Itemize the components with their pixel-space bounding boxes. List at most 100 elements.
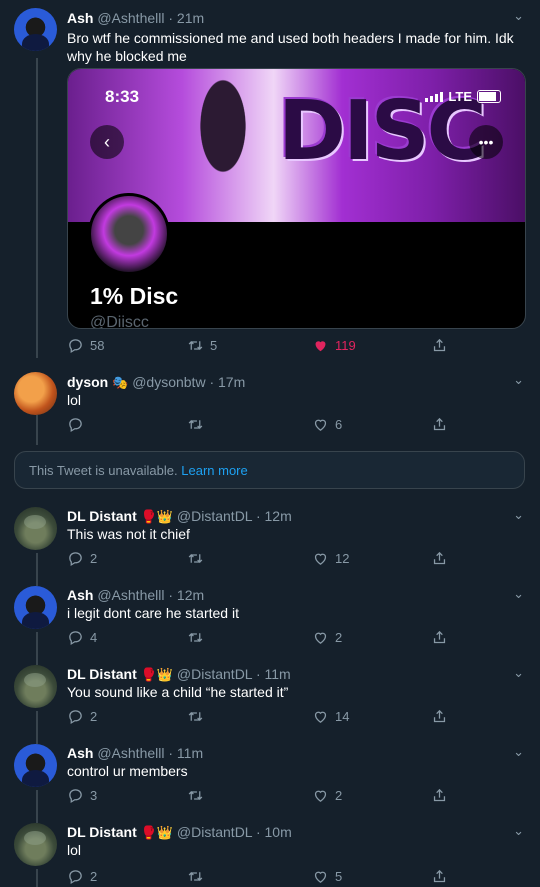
retweet-button[interactable] (187, 550, 210, 567)
chevron-down-icon[interactable]: ⌄ (513, 823, 524, 839)
avatar[interactable] (14, 372, 57, 415)
tweet[interactable]: DL Distant 🥊👑 @DistantDL · 11m ⌄ You sou… (0, 655, 540, 733)
chevron-down-icon[interactable]: ⌄ (513, 586, 524, 602)
name-emoji: 🎭 (112, 375, 129, 390)
like-icon (312, 550, 329, 567)
chevron-down-icon[interactable]: ⌄ (513, 507, 524, 523)
tweet[interactable]: Ash @Ashthelll · 21m ⌄ Bro wtf he commis… (0, 0, 540, 360)
tweet-text: You sound like a child “he started it” (67, 684, 289, 700)
retweet-button[interactable] (187, 708, 210, 725)
retweet-button[interactable] (187, 868, 210, 885)
tweet[interactable]: DL Distant 🥊👑 @DistantDL · 12m ⌄ This wa… (0, 497, 540, 575)
like-icon (312, 787, 329, 804)
tweet-header: Ash @Ashthelll · 11m (67, 745, 203, 761)
share-button[interactable] (431, 708, 448, 725)
share-icon (431, 416, 448, 433)
handle[interactable]: @Ashthelll (97, 10, 164, 26)
tweet-header: DL Distant 🥊👑 @DistantDL · 10m (67, 824, 292, 841)
learn-more-link[interactable]: Learn more (181, 463, 247, 478)
share-icon (431, 550, 448, 567)
avatar[interactable] (14, 507, 57, 550)
tweet[interactable]: Ash @Ashthelll · 12m ⌄ i legit dont care… (0, 576, 540, 654)
tweet[interactable]: Ash @Ashthelll · 11m ⌄ control ur member… (0, 734, 540, 812)
reply-button[interactable]: 2 (67, 550, 97, 567)
retweet-button[interactable] (187, 629, 210, 646)
tweet-text: lol (67, 842, 82, 858)
reply-icon (67, 708, 84, 725)
reply-button[interactable]: 2 (67, 868, 97, 885)
share-button[interactable] (431, 629, 448, 646)
timestamp[interactable]: · 17m (209, 374, 245, 390)
network-label: LTE (448, 89, 472, 104)
share-button[interactable] (431, 416, 448, 433)
back-arrow-icon: ‹ (90, 125, 124, 159)
reply-button[interactable] (67, 416, 90, 433)
chevron-down-icon[interactable]: ⌄ (513, 744, 524, 760)
like-button[interactable]: 2 (312, 629, 342, 646)
avatar[interactable] (14, 823, 57, 866)
timestamp[interactable]: · 10m (256, 824, 292, 840)
share-icon (431, 629, 448, 646)
profile-handle: @Diiscc (90, 314, 149, 329)
like-button[interactable]: 119 (312, 337, 356, 354)
avatar[interactable] (14, 586, 57, 629)
like-button[interactable]: 6 (312, 416, 342, 433)
share-button[interactable] (431, 337, 448, 354)
tweet[interactable]: DL Distant 🥊👑 @DistantDL · 10m ⌄ lol 2 5 (0, 813, 540, 887)
share-button[interactable] (431, 787, 448, 804)
retweet-button[interactable] (187, 416, 210, 433)
like-button[interactable]: 2 (312, 787, 342, 804)
timestamp[interactable]: · 11m (256, 666, 291, 682)
reply-button[interactable]: 2 (67, 708, 97, 725)
handle[interactable]: @Ashthelll (97, 745, 164, 761)
reply-button[interactable]: 58 (67, 337, 104, 354)
avatar[interactable] (14, 665, 57, 708)
avatar[interactable] (14, 744, 57, 787)
share-button[interactable] (431, 868, 448, 885)
tweet-actions: 4 2 (67, 629, 457, 647)
handle[interactable]: @DistantDL (177, 824, 252, 840)
retweet-icon (187, 787, 204, 804)
display-name[interactable]: Ash (67, 587, 93, 603)
display-name[interactable]: DL Distant (67, 824, 137, 840)
display-name[interactable]: DL Distant (67, 508, 137, 524)
like-icon (312, 337, 329, 354)
tweet-text: Bro wtf he commissioned me and used both… (67, 30, 514, 64)
chevron-down-icon[interactable]: ⌄ (513, 665, 524, 681)
timestamp[interactable]: · 21m (168, 10, 204, 26)
handle[interactable]: @Ashthelll (97, 587, 164, 603)
timestamp[interactable]: · 12m (256, 508, 292, 524)
chevron-down-icon[interactable]: ⌄ (513, 372, 524, 388)
tweet-actions: 2 14 (67, 708, 457, 726)
character-figure (178, 77, 268, 217)
display-name[interactable]: dyson (67, 374, 108, 390)
reply-icon (67, 787, 84, 804)
tweet-text: lol (67, 392, 82, 408)
timestamp[interactable]: · 12m (168, 587, 204, 603)
retweet-icon (187, 708, 204, 725)
status-time: 8:33 (105, 87, 140, 106)
like-button[interactable]: 12 (312, 550, 349, 567)
display-name[interactable]: DL Distant (67, 666, 137, 682)
like-button[interactable]: 14 (312, 708, 349, 725)
reply-button[interactable]: 3 (67, 787, 97, 804)
tweet-header: Ash @Ashthelll · 21m (67, 10, 204, 26)
avatar[interactable] (14, 8, 57, 51)
chevron-down-icon[interactable]: ⌄ (513, 8, 524, 24)
tweet-text: i legit dont care he started it (67, 605, 239, 621)
share-button[interactable] (431, 550, 448, 567)
handle[interactable]: @DistantDL (177, 666, 252, 682)
display-name[interactable]: Ash (67, 745, 93, 761)
retweet-button[interactable] (187, 787, 210, 804)
reply-button[interactable]: 4 (67, 629, 97, 646)
retweet-button[interactable]: 5 (187, 337, 217, 354)
tweet[interactable]: dyson 🎭 @dysonbtw · 17m ⌄ lol 6 (0, 362, 540, 442)
reply-icon (67, 629, 84, 646)
timestamp[interactable]: · 11m (168, 745, 203, 761)
reply-icon (67, 416, 84, 433)
like-button[interactable]: 5 (312, 868, 342, 885)
screenshot-card[interactable]: DISC 8:33 LTE ‹ ••• 1% Disc @Diiscc (67, 68, 526, 329)
handle[interactable]: @dysonbtw (132, 374, 205, 390)
display-name[interactable]: Ash (67, 10, 93, 26)
handle[interactable]: @DistantDL (177, 508, 252, 524)
